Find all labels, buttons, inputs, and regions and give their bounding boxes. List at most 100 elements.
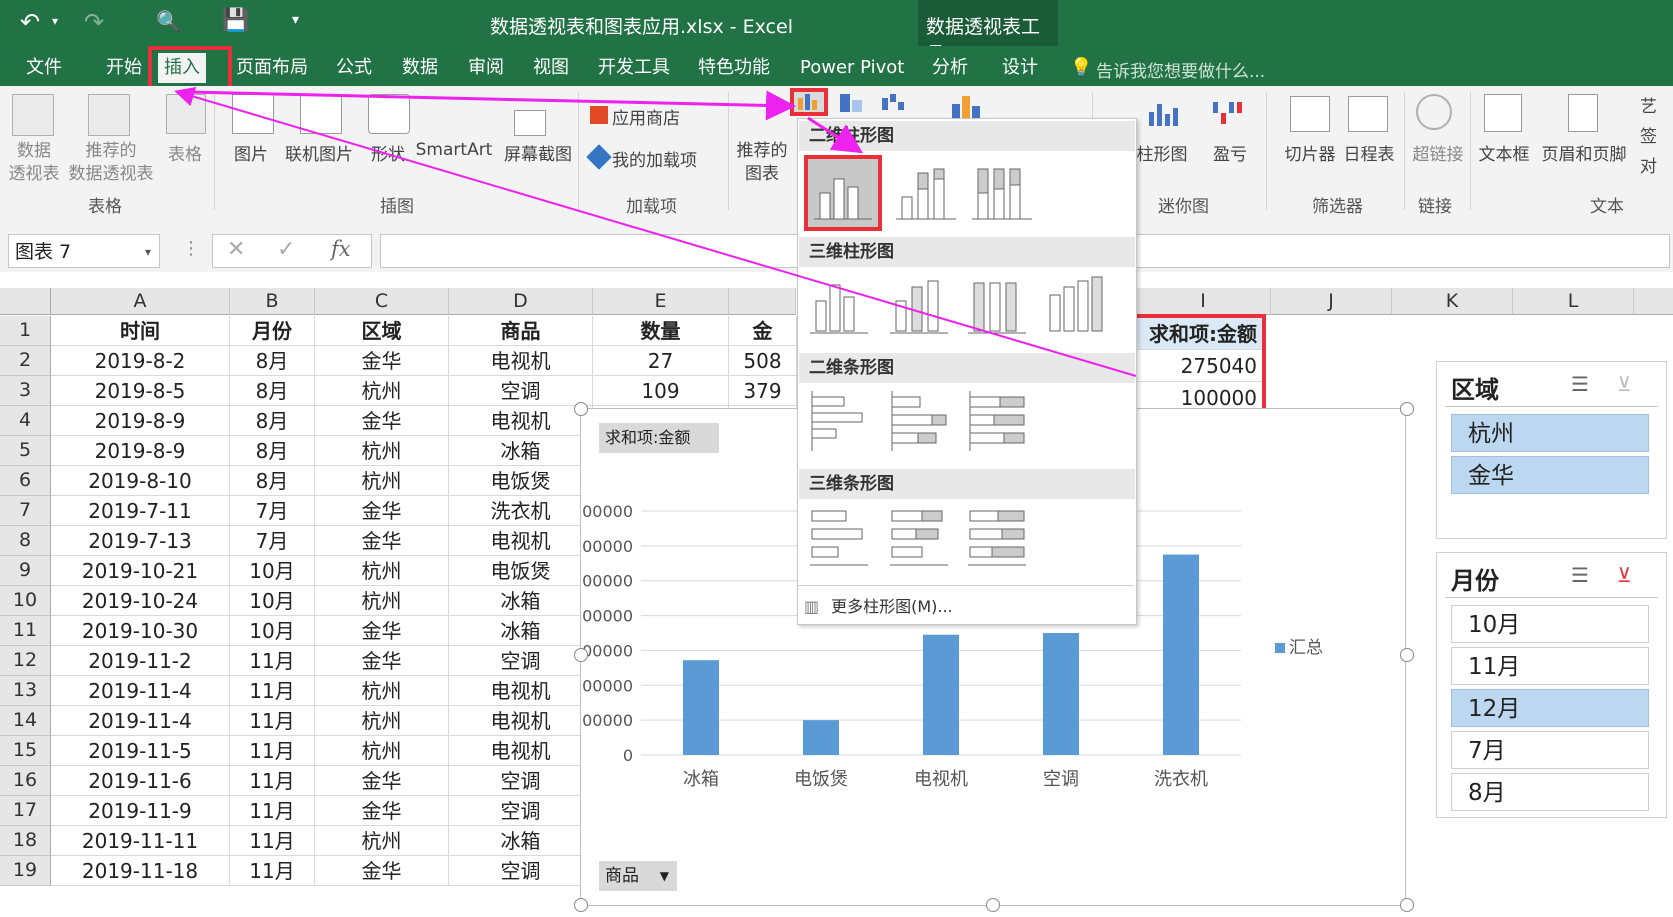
header-cell[interactable]: 商品 xyxy=(449,316,593,346)
sparkline-column-button[interactable]: 柱形图 xyxy=(1130,140,1194,165)
clear-filter-icon[interactable]: ⊻ xyxy=(1617,563,1632,587)
table-cell[interactable]: 2019-10-24 xyxy=(51,586,230,616)
table-cell[interactable]: 2019-8-2 xyxy=(51,346,230,376)
percent-stacked-bar-option[interactable] xyxy=(966,387,1030,455)
undo-icon[interactable]: ↶ xyxy=(20,8,40,36)
table-cell[interactable]: 11月 xyxy=(230,736,315,766)
chart-field-button-values[interactable]: 求和项:金额 xyxy=(599,423,719,453)
percent-stacked-column-option[interactable] xyxy=(970,159,1034,227)
table-cell[interactable]: 杭州 xyxy=(315,436,449,466)
row-header[interactable]: 4 xyxy=(0,406,51,436)
column-header[interactable]: D xyxy=(449,288,593,315)
table-cell[interactable]: 空调 xyxy=(449,646,593,676)
tab-formulas[interactable]: 公式 xyxy=(330,53,378,83)
table-cell[interactable]: 金华 xyxy=(315,796,449,826)
slicer-item-jul[interactable]: 7月 xyxy=(1451,731,1649,769)
table-cell[interactable]: 洗衣机 xyxy=(449,496,593,526)
multi-select-icon[interactable]: ☰ xyxy=(1571,563,1589,587)
tab-home[interactable]: 开始 xyxy=(100,53,148,83)
field-dropdown-icon[interactable]: ▼ xyxy=(660,861,669,891)
screenshot-button[interactable]: 屏幕截图 xyxy=(496,140,580,165)
table-cell[interactable]: 2019-11-2 xyxy=(51,646,230,676)
table-cell[interactable]: 电视机 xyxy=(449,526,593,556)
table-cell[interactable]: 11月 xyxy=(230,706,315,736)
resize-handle[interactable] xyxy=(1400,648,1414,662)
row-header[interactable]: 9 xyxy=(0,556,51,586)
table-cell[interactable]: 冰箱 xyxy=(449,826,593,856)
table-cell[interactable]: 2019-11-11 xyxy=(51,826,230,856)
row-header[interactable]: 8 xyxy=(0,526,51,556)
slicer-item-jinhua[interactable]: 金华 xyxy=(1451,456,1649,494)
resize-handle[interactable] xyxy=(574,402,588,416)
table-cell[interactable]: 冰箱 xyxy=(449,586,593,616)
3d-percent-stacked-bar-option[interactable] xyxy=(966,503,1030,571)
row-header[interactable]: 12 xyxy=(0,646,51,676)
table-cell[interactable]: 11月 xyxy=(230,646,315,676)
table-cell[interactable]: 2019-8-9 xyxy=(51,406,230,436)
row-header[interactable]: 16 xyxy=(0,766,51,796)
stacked-column-option[interactable] xyxy=(894,159,958,227)
table-cell[interactable]: 11月 xyxy=(230,766,315,796)
waterfall-chart-icon[interactable] xyxy=(880,92,912,116)
row-header[interactable]: 7 xyxy=(0,496,51,526)
name-box-dropdown-icon[interactable]: ▾ xyxy=(145,235,151,269)
cancel-icon[interactable]: ✕ xyxy=(227,237,245,262)
table-cell[interactable]: 电视机 xyxy=(449,706,593,736)
column-header[interactable]: L xyxy=(1513,288,1634,315)
header-cell[interactable]: 金 xyxy=(729,316,797,346)
wordart-button[interactable]: 艺 xyxy=(1640,92,1657,117)
table-cell[interactable]: 金华 xyxy=(315,856,449,886)
slicer-item-hangzhou[interactable]: 杭州 xyxy=(1451,414,1649,452)
object-button[interactable]: 对 xyxy=(1640,152,1657,177)
table-cell[interactable]: 2019-11-6 xyxy=(51,766,230,796)
table-cell[interactable]: 冰箱 xyxy=(449,616,593,646)
row-header[interactable]: 3 xyxy=(0,376,51,406)
enter-icon[interactable]: ✓ xyxy=(277,237,295,262)
slicer-item-dec[interactable]: 12月 xyxy=(1451,689,1649,727)
signature-button[interactable]: 签 xyxy=(1640,122,1657,147)
table-cell[interactable]: 8月 xyxy=(230,436,315,466)
textbox-button[interactable]: 文本框 xyxy=(1476,140,1532,165)
table-cell[interactable]: 电视机 xyxy=(449,406,593,436)
table-cell[interactable]: 杭州 xyxy=(315,676,449,706)
online-picture-button[interactable]: 联机图片 xyxy=(276,140,362,165)
timeline-button[interactable]: 日程表 xyxy=(1340,140,1398,165)
header-cell[interactable]: 数量 xyxy=(593,316,729,346)
table-cell[interactable]: 金华 xyxy=(315,496,449,526)
tab-review[interactable]: 审阅 xyxy=(462,53,510,83)
table-cell[interactable]: 2019-7-11 xyxy=(51,496,230,526)
table-cell[interactable]: 27 xyxy=(593,346,729,376)
sparkline-winloss-button[interactable]: 盈亏 xyxy=(1208,140,1252,165)
more-column-charts-button[interactable]: ▥ 更多柱形图(M)... xyxy=(804,593,1130,621)
table-cell[interactable]: 109 xyxy=(593,376,729,406)
slicer-item-aug[interactable]: 8月 xyxy=(1451,773,1649,811)
table-cell[interactable]: 2019-11-9 xyxy=(51,796,230,826)
table-cell[interactable]: 杭州 xyxy=(315,556,449,586)
table-cell[interactable]: 8月 xyxy=(230,406,315,436)
row-header[interactable]: 17 xyxy=(0,796,51,826)
picture-button[interactable]: 图片 xyxy=(224,140,278,165)
table-cell[interactable]: 电饭煲 xyxy=(449,556,593,586)
pivot-table-button[interactable]: 数据 透视表 xyxy=(4,140,64,186)
tab-design[interactable]: 设计 xyxy=(996,53,1044,83)
slicer-item-nov[interactable]: 11月 xyxy=(1451,647,1649,685)
table-cell[interactable]: 11月 xyxy=(230,826,315,856)
resize-handle[interactable] xyxy=(986,898,1000,912)
table-cell[interactable]: 508 xyxy=(729,346,797,376)
table-cell[interactable]: 2019-8-9 xyxy=(51,436,230,466)
table-button[interactable]: 表格 xyxy=(160,140,210,165)
table-cell[interactable]: 空调 xyxy=(449,376,593,406)
column-header[interactable]: J xyxy=(1271,288,1392,315)
table-cell[interactable]: 电视机 xyxy=(449,346,593,376)
table-cell[interactable]: 11月 xyxy=(230,856,315,886)
table-cell[interactable]: 10月 xyxy=(230,586,315,616)
table-cell[interactable]: 杭州 xyxy=(315,466,449,496)
3d-stacked-bar-option[interactable] xyxy=(888,503,952,571)
row-header[interactable]: 5 xyxy=(0,436,51,466)
header-footer-button[interactable]: 页眉和页脚 xyxy=(1536,140,1632,165)
row-header[interactable]: 13 xyxy=(0,676,51,706)
table-cell[interactable]: 空调 xyxy=(449,856,593,886)
table-cell[interactable]: 7月 xyxy=(230,526,315,556)
table-cell[interactable]: 冰箱 xyxy=(449,436,593,466)
header-cell[interactable]: 月份 xyxy=(230,316,315,346)
